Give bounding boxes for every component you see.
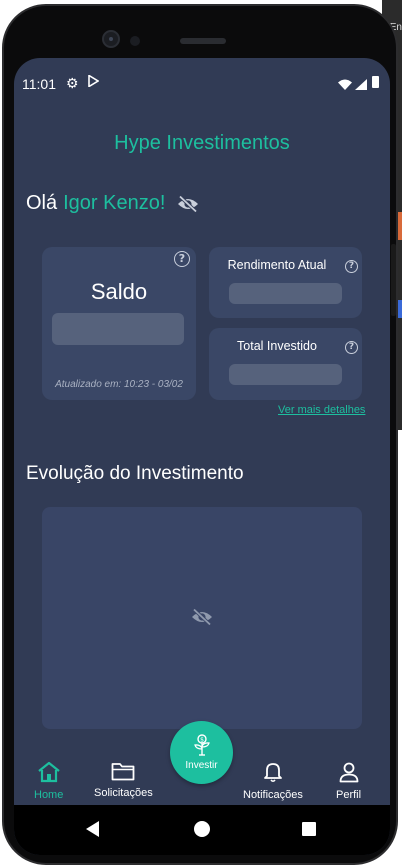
nav-label: Solicitações [94, 787, 153, 799]
saldo-label: Saldo [90, 279, 148, 304]
recent-apps-icon[interactable] [302, 822, 316, 836]
svg-text:$: $ [200, 737, 204, 744]
nav-label: Notificações [243, 789, 303, 801]
rendimento-label: Rendimento Atual [227, 258, 327, 272]
play-store-icon [88, 74, 100, 90]
phone-side-button[interactable] [391, 244, 396, 316]
status-bar: 11:01 ⚙ [14, 58, 390, 106]
battery-icon [372, 76, 379, 88]
desktop-edge-accent [398, 212, 402, 240]
invest-fab-button[interactable]: $ Investir [170, 721, 233, 784]
app-title: Hype Investimentos [114, 132, 290, 154]
invest-fab-label: Investir [185, 760, 218, 771]
greeting: Olá Igor Kenzo! [26, 192, 199, 215]
rendimento-value-placeholder [229, 283, 342, 304]
bell-icon [262, 761, 284, 786]
folder-icon [111, 761, 135, 784]
saldo-card[interactable]: ? Saldo Atualizado em: 10:23 - 03/02 [42, 247, 196, 400]
evolution-title: Evolução do Investimento [26, 463, 244, 484]
signal-icon [355, 77, 367, 95]
nav-perfil[interactable]: Perfil [336, 761, 361, 801]
total-investido-value-placeholder [229, 364, 342, 385]
status-time: 11:01 [22, 76, 56, 92]
phone-frame: 11:01 ⚙ Hype Investimentos Olá Igor Kenz… [2, 4, 398, 865]
rendimento-card[interactable]: Rendimento Atual ? [209, 247, 362, 318]
desktop-edge-accent-blue [398, 300, 402, 318]
system-nav-bar [14, 805, 390, 855]
nav-notificacoes[interactable]: Notificações [243, 761, 303, 801]
saldo-updated-text: Atualizado em: 10:23 - 03/02 [55, 379, 183, 390]
back-icon[interactable] [86, 821, 99, 837]
gear-icon: ⚙ [66, 75, 79, 91]
app-screen: 11:01 ⚙ Hype Investimentos Olá Igor Kenz… [14, 58, 390, 855]
earpiece-speaker [180, 38, 226, 44]
nav-label: Home [34, 789, 64, 801]
user-icon [338, 761, 360, 786]
eye-off-icon[interactable] [191, 608, 213, 630]
nav-solicitacoes[interactable]: Solicitações [94, 761, 153, 799]
front-camera [102, 30, 120, 48]
saldo-value-placeholder [52, 313, 184, 345]
more-details-link[interactable]: Ver mais detalhes [278, 404, 365, 416]
eye-off-icon[interactable] [177, 194, 199, 213]
total-investido-card[interactable]: Total Investido ? [209, 328, 362, 400]
wifi-icon [338, 77, 352, 95]
user-name: Igor Kenzo! [63, 192, 166, 214]
plant-money-icon: $ [193, 734, 211, 759]
nav-home[interactable]: Home [34, 761, 63, 801]
home-icon [37, 761, 61, 786]
evolution-chart-card [42, 507, 362, 729]
home-circle-icon[interactable] [194, 821, 210, 837]
greeting-text: Olá [26, 192, 58, 214]
nav-label: Perfil [336, 789, 362, 801]
help-icon[interactable]: ? [345, 260, 358, 273]
total-investido-label: Total Investido [237, 339, 317, 353]
proximity-sensor [130, 36, 140, 46]
help-icon[interactable]: ? [345, 341, 358, 354]
help-icon[interactable]: ? [174, 251, 190, 267]
